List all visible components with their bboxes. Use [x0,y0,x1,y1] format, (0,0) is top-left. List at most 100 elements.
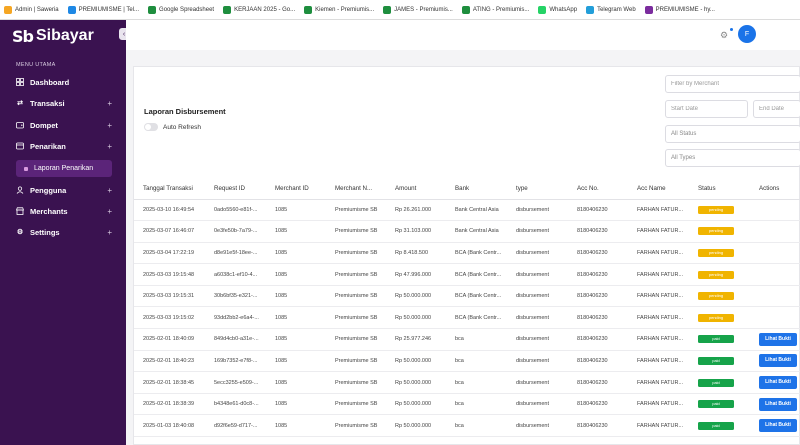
cell-mname: Premiumisme SB [326,199,386,222]
sidebar-item-penarikan[interactable]: Penarikan + [16,139,112,153]
cell-mname: Premiumisme SB [326,242,386,265]
disbursement-report-card: Laporan Disbursement Auto Refresh All St… [133,66,800,445]
cell-name: FARHAN FATUR... [628,220,689,243]
cell-date: 2025-03-03 19:15:48 [134,263,205,286]
sidebar-item-merchants[interactable]: Merchants + [16,204,112,218]
cell-acc: 8180406230 [568,199,628,222]
brand-logo[interactable]: Sb Sibayar [12,24,94,48]
settings-gear-icon[interactable]: ⚙ [720,30,728,41]
expand-plus-icon[interactable]: + [107,142,112,151]
cell-mid: 1085 [266,371,326,394]
column-header[interactable]: Actions [750,179,800,200]
expand-plus-icon[interactable]: + [107,228,112,237]
sidebar-item-settings[interactable]: ⚙ Settings + [16,225,112,239]
cell-bank: bca [446,414,507,438]
cell-mname: Premiumisme SB [326,306,386,330]
cell-date: 2025-03-03 19:15:02 [134,306,205,330]
view-proof-button[interactable]: Lihat Bukti [759,376,797,390]
column-header[interactable]: Request ID [205,179,266,200]
cell-bank: BCA (Bank Centr... [446,242,507,265]
bookmark-item[interactable]: JAMES - Premiumis... [383,5,453,14]
types-select-value: All Types [671,155,696,161]
cell-acc: 8180406230 [568,393,628,416]
view-proof-button[interactable]: Lihat Bukti [759,397,797,411]
sidebar-item-pengguna[interactable]: Pengguna + [16,183,112,197]
cell-mname: Premiumisme SB [326,350,386,373]
cell-actions [750,263,800,286]
column-header[interactable]: Acc Name [628,179,689,200]
expand-plus-icon[interactable]: + [107,99,112,108]
cell-actions: Lihat Bukti [750,350,800,373]
merchant-filter-input[interactable] [665,75,800,93]
cell-mname: Premiumisme SB [326,414,386,438]
cell-mid: 1085 [266,350,326,373]
column-header[interactable]: Tanggal Transaksi [134,179,205,200]
cell-mid: 1085 [266,285,326,308]
sidebar-subitem-laporan-penarikan[interactable]: Laporan Penarikan [16,160,112,177]
bookmark-label: Admin | Saweria [15,6,59,13]
cell-type: disbursement [507,199,568,222]
bookmark-item[interactable]: PREMIUMISME - hy... [644,5,715,14]
status-badge: paid [698,356,734,365]
bookmark-label: KERJAAN 2025 - Go... [234,6,296,13]
sidebar-item-dompet[interactable]: Dompet + [16,118,112,132]
cell-req: 30b6bf35-e321-... [205,285,266,308]
end-date-input[interactable] [753,100,800,118]
column-header[interactable]: Bank [446,179,507,200]
store-icon [16,207,24,215]
cell-amount: Rp 50.000.000 [386,285,446,308]
cell-type: disbursement [507,285,568,308]
expand-plus-icon[interactable]: + [107,121,112,130]
table-row: 2025-03-04 17:22:19 d8e91e5f-18ee-... 1085… [134,242,800,265]
cell-date: 2025-03-04 17:22:19 [134,242,205,265]
cell-type: disbursement [507,393,568,416]
expand-plus-icon[interactable]: + [107,186,112,195]
view-proof-button[interactable]: Lihat Bukti [759,354,797,368]
table-row: 2025-03-03 19:15:48 a6038c1-ef10-4... 1085… [134,263,800,286]
column-header[interactable]: Amount [386,179,446,200]
bookmark-item[interactable]: PREMIUMISME | Tel... [67,5,140,14]
start-date-input[interactable] [665,100,748,118]
cell-amount: Rp 50.000.000 [386,371,446,394]
auto-refresh-toggle[interactable] [144,123,158,131]
bookmark-item[interactable]: WhatsApp [538,5,577,14]
cell-status: pending [689,220,750,243]
column-header[interactable]: Status [689,179,750,200]
bookmark-item[interactable]: Admin | Saweria [4,5,59,14]
cell-actions: Lihat Bukti [750,414,800,438]
cell-actions [750,199,800,222]
sidebar-item-transaksi[interactable]: ⇄ Transaksi + [16,96,112,110]
column-header[interactable]: Acc No. [568,179,628,200]
avatar[interactable]: F [738,25,756,43]
bookmark-item[interactable]: Telegram Web [586,5,636,14]
table-row: 2025-03-03 19:15:02 93dd2bb2-e6a4-... 1085… [134,306,800,330]
bookmark-item[interactable]: KERJAAN 2025 - Go... [223,5,296,14]
bookmark-label: Google Spreadsheet [159,6,215,13]
bookmark-label: PREMIUMISME | Tel... [78,6,140,13]
cell-acc: 8180406230 [568,242,628,265]
bookmark-item[interactable]: ATING - Premiumis... [461,5,530,14]
bookmark-item[interactable]: Kiemen - Premiumis... [304,5,374,14]
column-header[interactable]: Merchant ID [266,179,326,200]
cell-acc: 8180406230 [568,285,628,308]
cell-name: FARHAN FATUR... [628,199,689,222]
types-select[interactable]: All Types [665,149,800,167]
status-select[interactable]: All Status [665,125,800,143]
view-proof-button[interactable]: Lihat Bukti [759,419,797,433]
cell-name: FARHAN FATUR... [628,414,689,438]
bookmarks-bar: Admin | Saweria PREMIUMISME | Tel... Googl… [0,0,800,20]
bullet-icon [24,166,28,171]
cell-mname: Premiumisme SB [326,285,386,308]
cell-req: 849d4cb0-a31e-... [205,328,266,351]
expand-plus-icon[interactable]: + [107,207,112,216]
view-proof-button[interactable]: Lihat Bukti [759,332,797,346]
cell-type: disbursement [507,306,568,330]
bookmark-label: ATING - Premiumis... [472,6,530,13]
brand-mark: Sb [12,26,34,46]
bookmark-item[interactable]: Google Spreadsheet [148,5,215,14]
column-header[interactable]: Merchant N... [326,179,386,200]
sidebar-item-dashboard[interactable]: Dashboard [16,75,112,89]
cell-type: disbursement [507,350,568,373]
column-header[interactable]: type [507,179,568,200]
cell-amount: Rp 26.261.000 [386,199,446,222]
